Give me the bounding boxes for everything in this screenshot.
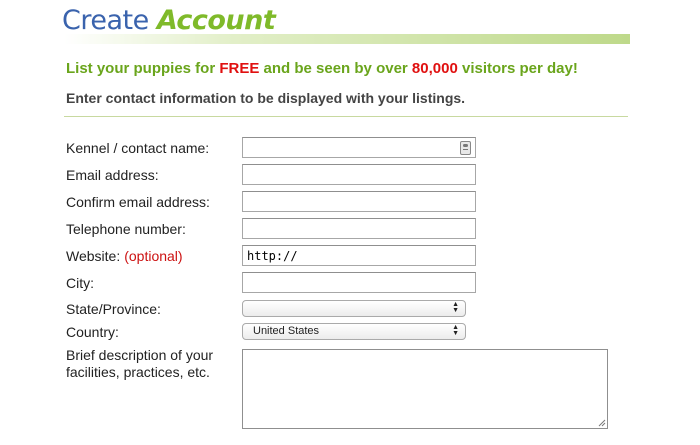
page-title: Create Account [62, 4, 276, 38]
description-label: Brief description of your facilities, pr… [66, 347, 214, 380]
divider [64, 116, 628, 117]
email-input[interactable] [242, 164, 476, 185]
kennel-name-input[interactable] [242, 137, 476, 158]
promo-free: FREE [219, 60, 260, 77]
select-arrows-icon: ▲ ▼ [452, 301, 459, 314]
optional-tag: (optional) [124, 248, 183, 264]
country-select[interactable]: United States ▲ ▼ [242, 323, 466, 340]
title-account: Account [156, 5, 276, 36]
contact-card-icon[interactable] [460, 141, 471, 155]
promo-visitor-count: 80,000 [411, 60, 458, 77]
resize-handle-icon[interactable] [597, 418, 606, 427]
state-label: State/Province: [66, 301, 161, 317]
website-label-text: Website: [66, 248, 121, 264]
kennel-label: Kennel / contact name: [66, 140, 210, 156]
country-label: Country: [66, 324, 119, 340]
city-label: City: [66, 275, 94, 291]
promo-prefix: List your puppies for [66, 60, 220, 77]
promo-suffix: visitors per day! [457, 60, 578, 77]
select-arrows-icon: ▲ ▼ [452, 324, 459, 337]
website-input-value: http:// [247, 249, 298, 263]
contact-instructions: Enter contact information to be displaye… [66, 90, 466, 106]
promo-headline: List your puppies for FREE and be seen b… [66, 59, 578, 79]
title-create: Create [62, 5, 149, 36]
confirm-email-input[interactable] [242, 191, 476, 212]
country-select-value: United States [253, 325, 320, 337]
telephone-label: Telephone number: [66, 221, 186, 237]
website-input[interactable]: http:// [242, 245, 476, 266]
telephone-input[interactable] [242, 218, 476, 239]
state-select[interactable]: ▲ ▼ [242, 300, 466, 317]
email-label: Email address: [66, 167, 159, 183]
description-textarea[interactable] [242, 349, 608, 429]
website-label: Website: (optional) [66, 247, 183, 265]
city-input[interactable] [242, 272, 476, 293]
header-gradient-bar [64, 34, 630, 44]
confirm-email-label: Confirm email address: [66, 194, 210, 210]
promo-middle: and be seen by over [259, 60, 412, 77]
